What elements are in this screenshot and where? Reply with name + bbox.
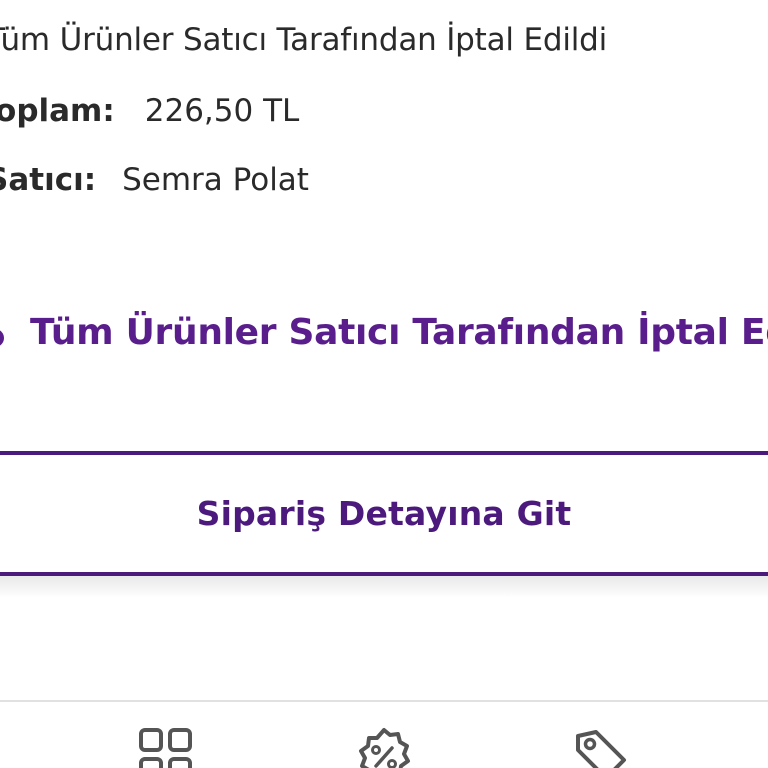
seller-label: Satıcı: (0, 162, 97, 198)
status-dot-icon (0, 329, 4, 347)
card-shadow (0, 576, 768, 598)
discount-badge-icon[interactable] (354, 726, 414, 768)
tag-icon[interactable] (570, 726, 630, 768)
seller-value: Semra Polat (122, 162, 309, 198)
order-summary-screen: Tüm Ürünler Satıcı Tarafından İptal Edil… (0, 0, 768, 768)
shipment-status-banner: Tüm Ürünler Satıcı Tarafından İptal Edil… (0, 310, 768, 362)
seller-row: Satıcı: Semra Polat (0, 162, 309, 198)
order-detail-button-label: Sipariş Detayına Git (196, 494, 572, 533)
shipment-status-text: Tüm Ürünler Satıcı Tarafından İptal Edil… (30, 312, 768, 353)
order-status-text: Tüm Ürünler Satıcı Tarafından İptal Edil… (0, 22, 608, 58)
total-row: Toplam: 226,50 TL (0, 93, 299, 129)
bottom-navigation (0, 700, 768, 768)
order-detail-button[interactable]: Sipariş Detayına Git (0, 451, 768, 576)
total-value: 226,50 TL (144, 93, 300, 129)
total-label: Toplam: (0, 93, 115, 129)
grid-icon[interactable] (137, 726, 197, 768)
